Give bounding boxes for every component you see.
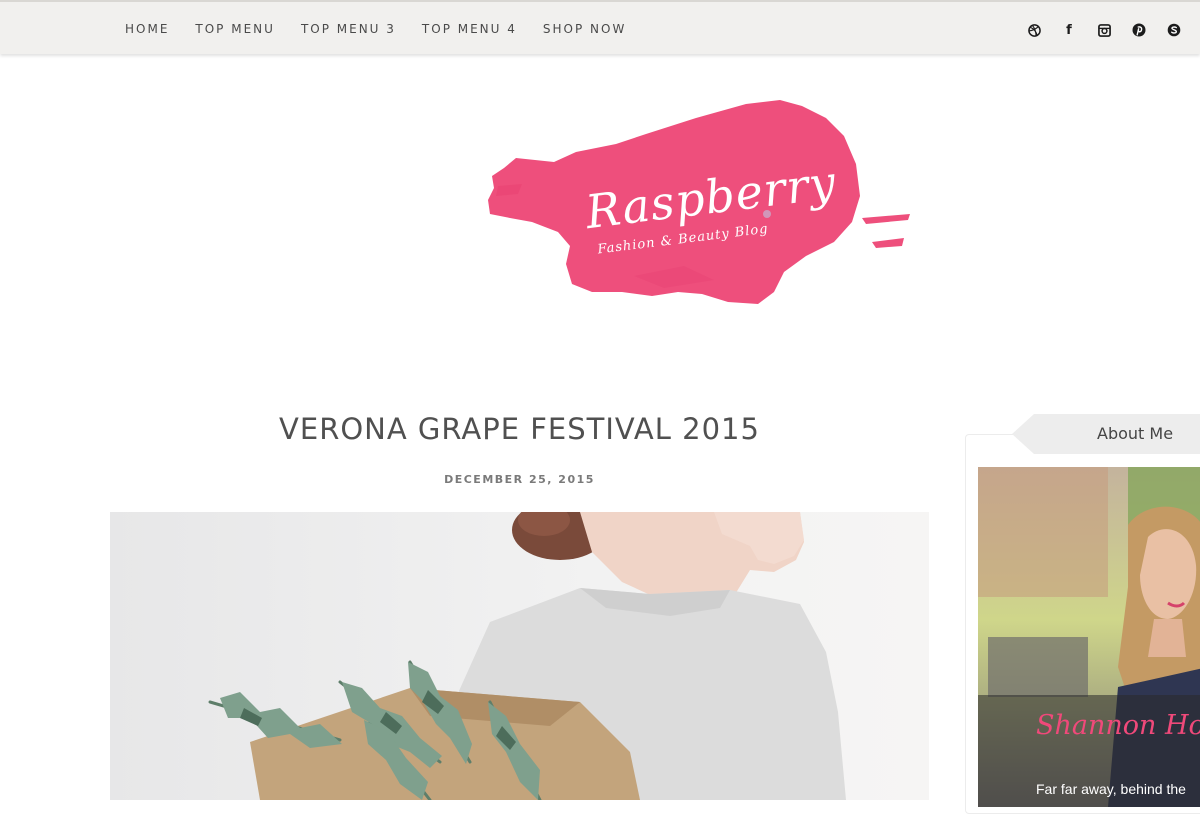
social-links: f bbox=[1024, 20, 1199, 40]
widget-title: About Me bbox=[1097, 424, 1174, 443]
nav-top-menu-3[interactable]: TOP MENU 3 bbox=[301, 22, 396, 36]
main-menu: HOME TOP MENU TOP MENU 3 TOP MENU 4 SHOP… bbox=[125, 22, 652, 36]
post-date: DECEMBER 25, 2015 bbox=[444, 473, 595, 486]
profile-photo bbox=[978, 467, 1200, 807]
dribbble-icon[interactable] bbox=[1024, 20, 1044, 40]
facebook-icon[interactable]: f bbox=[1059, 20, 1079, 40]
site-logo[interactable]: Raspberry Fashion & Beauty Blog bbox=[484, 96, 916, 308]
post-title[interactable]: VERONA GRAPE FESTIVAL 2015 bbox=[110, 412, 929, 446]
pinterest-icon[interactable] bbox=[1129, 20, 1149, 40]
nav-top-menu[interactable]: TOP MENU bbox=[195, 22, 275, 36]
woman-with-greenery-photo bbox=[110, 512, 929, 800]
top-navigation-bar: HOME TOP MENU TOP MENU 3 TOP MENU 4 SHOP… bbox=[0, 0, 1200, 54]
author-name: Shannon Holm bbox=[1036, 710, 1200, 741]
post-featured-image[interactable] bbox=[110, 512, 929, 800]
instagram-icon[interactable] bbox=[1094, 20, 1114, 40]
nav-shop-now[interactable]: SHOP NOW bbox=[543, 22, 626, 36]
about-me-photo[interactable] bbox=[978, 467, 1200, 807]
about-me-text: Far far away, behind the bbox=[1036, 781, 1186, 797]
nav-home[interactable]: HOME bbox=[125, 22, 169, 36]
skype-icon[interactable] bbox=[1164, 20, 1184, 40]
nav-top-menu-4[interactable]: TOP MENU 4 bbox=[422, 22, 517, 36]
